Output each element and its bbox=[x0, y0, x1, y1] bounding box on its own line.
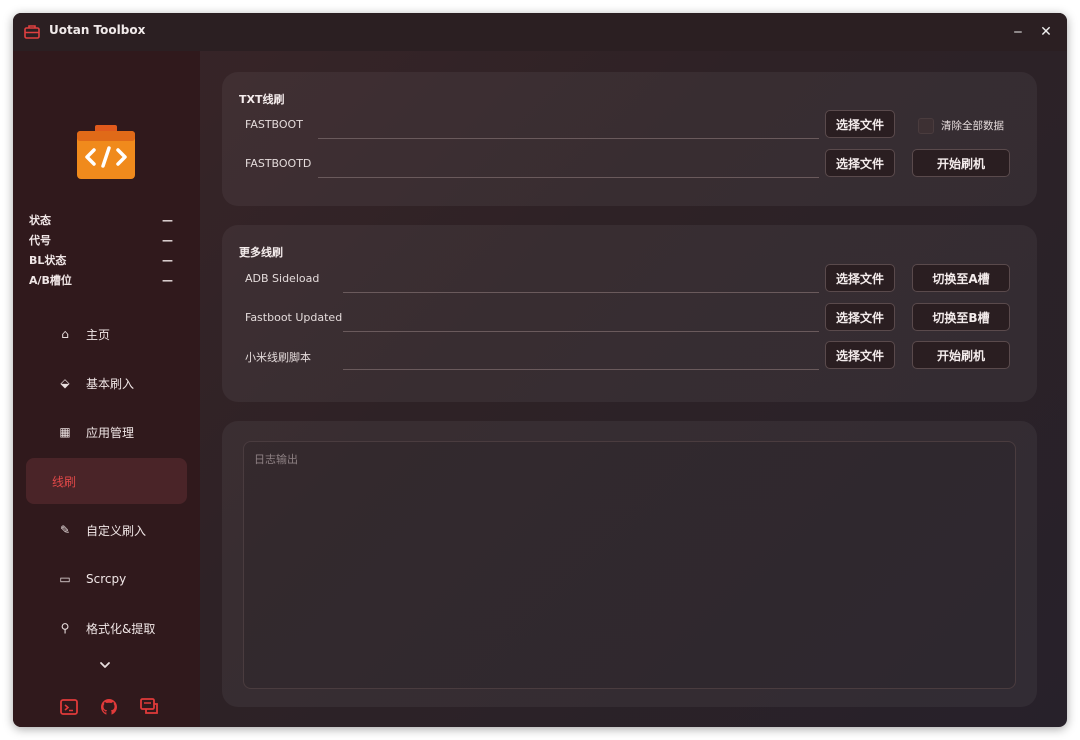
adb-select-file-button[interactable]: 选择文件 bbox=[825, 264, 895, 292]
xiaomi-script-label: 小米线刷脚本 bbox=[245, 351, 311, 364]
log-panel: 日志输出 bbox=[222, 421, 1037, 707]
txt-flash-panel: TXT线刷 FASTBOOT 选择文件 清除全部数据 FASTBOOTD 选择文… bbox=[222, 72, 1037, 206]
txt-start-flash-button[interactable]: 开始刷机 bbox=[912, 149, 1010, 177]
fastboot-updated-label: Fastboot Updated bbox=[245, 311, 343, 324]
github-icon[interactable] bbox=[98, 696, 120, 718]
fastboot-path-input[interactable] bbox=[318, 138, 819, 139]
device-info: 状态 — 代号 — BL状态 — A/B槽位 — bbox=[29, 211, 179, 291]
info-ab-slot: A/B槽位 — bbox=[29, 274, 173, 287]
nav-item-home[interactable]: ⌂ 主页 bbox=[26, 311, 187, 357]
window-title: Uotan Toolbox bbox=[49, 23, 146, 37]
toolbox-icon bbox=[24, 25, 40, 39]
clear-all-data-label: 清除全部数据 bbox=[941, 120, 1004, 132]
format-icon: ⚲ bbox=[60, 621, 70, 635]
more-flash-title: 更多线刷 bbox=[239, 246, 283, 259]
feedback-icon[interactable] bbox=[138, 696, 160, 718]
minimize-icon: ‒ bbox=[1013, 24, 1023, 40]
nav-item-custom-flash[interactable]: ✎ 自定义刷入 bbox=[26, 507, 187, 553]
fastboot-updated-path-input[interactable] bbox=[343, 331, 819, 332]
fastbootd-select-file-button[interactable]: 选择文件 bbox=[825, 149, 895, 177]
xiaomi-select-file-button[interactable]: 选择文件 bbox=[825, 341, 895, 369]
fastbootd-label: FASTBOOTD bbox=[245, 157, 312, 170]
more-start-flash-button[interactable]: 开始刷机 bbox=[912, 341, 1010, 369]
apps-icon: ▦ bbox=[59, 425, 71, 439]
adb-sideload-label: ADB Sideload bbox=[245, 272, 320, 285]
fastboot-updated-select-file-button[interactable]: 选择文件 bbox=[825, 303, 895, 331]
info-status: 状态 — bbox=[29, 214, 173, 227]
nav-item-basic-flash[interactable]: ⬙ 基本刷入 bbox=[26, 360, 187, 406]
sidebar-footer bbox=[58, 696, 160, 718]
minimize-button[interactable]: ‒ bbox=[1005, 19, 1031, 45]
log-placeholder: 日志输出 bbox=[254, 453, 298, 466]
wand-icon: ✎ bbox=[59, 523, 71, 537]
nav-item-format-extract[interactable]: ⚲ 格式化&提取 bbox=[26, 605, 187, 651]
close-icon: ✕ bbox=[1040, 24, 1052, 40]
home-icon: ⌂ bbox=[61, 327, 69, 341]
fastbootd-path-input[interactable] bbox=[318, 177, 819, 178]
close-button[interactable]: ✕ bbox=[1033, 19, 1059, 45]
chevron-down-icon[interactable] bbox=[97, 657, 113, 673]
screen-mirror-icon: ▭ bbox=[59, 572, 71, 586]
title-bar[interactable]: Uotan Toolbox ‒ ✕ bbox=[13, 13, 1067, 51]
info-codename: 代号 — bbox=[29, 234, 173, 247]
adb-sideload-path-input[interactable] bbox=[343, 292, 819, 293]
nav-menu: ⌂ 主页 ⬙ 基本刷入 ▦ 应用管理 线刷 ✎ 自定义刷入 ▭ Scrcpy ⚲… bbox=[26, 311, 187, 654]
terminal-icon[interactable] bbox=[58, 696, 80, 718]
app-window: Uotan Toolbox ‒ ✕ 状态 — 代号 — BL状态 — A/B槽位… bbox=[13, 13, 1067, 727]
fastboot-label: FASTBOOT bbox=[245, 118, 303, 131]
more-flash-panel: 更多线刷 ADB Sideload 选择文件 切换至A槽 Fastboot Up… bbox=[222, 225, 1037, 402]
info-bl-status: BL状态 — bbox=[29, 254, 173, 267]
switch-slot-b-button[interactable]: 切换至B槽 bbox=[912, 303, 1010, 331]
xiaomi-script-path-input[interactable] bbox=[343, 369, 819, 370]
nav-item-scrcpy[interactable]: ▭ Scrcpy bbox=[26, 556, 187, 602]
flash-icon: ⬙ bbox=[60, 376, 70, 390]
sidebar: 状态 — 代号 — BL状态 — A/B槽位 — ⌂ 主页 ⬙ 基本刷入 ▦ 应… bbox=[13, 51, 200, 727]
switch-slot-a-button[interactable]: 切换至A槽 bbox=[912, 264, 1010, 292]
app-logo bbox=[77, 125, 135, 179]
nav-item-app-manager[interactable]: ▦ 应用管理 bbox=[26, 409, 187, 455]
log-output[interactable]: 日志输出 bbox=[243, 441, 1016, 689]
nav-item-wire-flash[interactable]: 线刷 bbox=[26, 458, 187, 504]
clear-all-data-checkbox[interactable] bbox=[918, 118, 934, 134]
txt-flash-title: TXT线刷 bbox=[239, 93, 285, 106]
fastboot-select-file-button[interactable]: 选择文件 bbox=[825, 110, 895, 138]
